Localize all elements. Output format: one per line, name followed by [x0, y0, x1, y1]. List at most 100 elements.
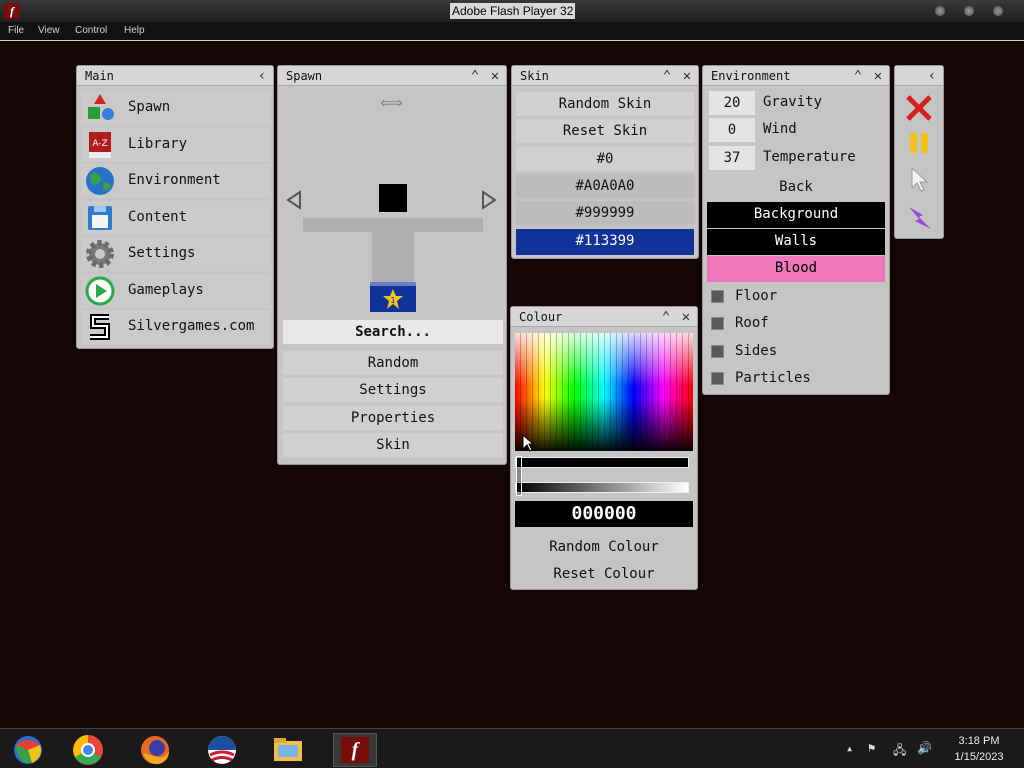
reset-colour-button[interactable]: Reset Colour — [515, 562, 693, 586]
menu-file[interactable]: File — [8, 25, 24, 36]
back-button[interactable]: Back — [707, 175, 885, 199]
spawn-panel: Spawn ⌃ ✕ ⟺ 1 Search... Random Settings … — [277, 65, 507, 465]
chrome-icon[interactable] — [66, 733, 110, 767]
sides-label: Sides — [735, 343, 778, 359]
volume-icon[interactable]: 🔊 — [917, 741, 932, 755]
chevron-up-icon[interactable]: ⌃ — [657, 308, 675, 326]
random-colour-button[interactable]: Random Colour — [515, 535, 693, 559]
show-hidden-icons-icon[interactable]: ▴ — [846, 741, 853, 755]
gear-icon — [86, 240, 114, 268]
roof-label: Roof — [735, 315, 769, 331]
close-x-icon[interactable] — [905, 94, 933, 122]
properties-button[interactable]: Properties — [283, 406, 503, 430]
colour-spectrum-picker[interactable] — [515, 333, 693, 451]
gravity-input[interactable]: 20 — [709, 91, 755, 115]
roof-checkbox[interactable] — [711, 317, 724, 330]
environment-panel-title: Environment — [711, 69, 791, 83]
minimize-button[interactable] — [935, 6, 945, 16]
search-button[interactable]: Search... — [283, 320, 503, 344]
floppy-disk-icon — [88, 206, 112, 230]
globe-icon — [86, 167, 114, 195]
chevron-up-icon[interactable]: ⌃ — [658, 67, 676, 85]
sides-checkbox[interactable] — [711, 345, 724, 358]
slider-handle[interactable] — [516, 456, 522, 496]
reset-skin-button[interactable]: Reset Skin — [516, 119, 694, 143]
blood-layer-button[interactable]: Blood — [707, 256, 885, 282]
skin-panel: Skin ⌃ ✕ Random Skin Reset Skin #0 #A0A0… — [511, 65, 699, 259]
skin-color-a0a0a0[interactable]: #A0A0A0 — [516, 174, 694, 198]
menu-view[interactable]: View — [38, 25, 60, 36]
close-icon[interactable]: ✕ — [869, 67, 887, 85]
menu-help[interactable]: Help — [124, 25, 145, 36]
background-layer-button[interactable]: Background — [707, 202, 885, 228]
arrow-right-icon[interactable] — [481, 190, 497, 210]
walls-layer-button[interactable]: Walls — [707, 229, 885, 255]
cursor-icon[interactable] — [909, 166, 931, 192]
flash-icon: f — [4, 3, 20, 19]
menu-control[interactable]: Control — [75, 25, 107, 36]
arrow-left-icon[interactable] — [286, 190, 302, 210]
windows-explorer-icon[interactable] — [6, 733, 50, 767]
collapse-chevron-icon[interactable]: ‹ — [923, 67, 941, 85]
main-item-silvergames[interactable]: Silvergames.com — [81, 310, 271, 344]
skin-color-999999[interactable]: #999999 — [516, 201, 694, 225]
menu-bar: File View Control Help — [0, 22, 1024, 41]
lightning-icon[interactable] — [905, 203, 935, 233]
hex-value-field[interactable]: 000000 — [515, 501, 693, 527]
obama-logo-icon[interactable] — [200, 733, 244, 767]
random-button[interactable]: Random — [283, 351, 503, 375]
brightness-slider[interactable] — [515, 482, 689, 493]
tools-panel: ‹ — [894, 65, 944, 239]
ragdoll-shorts: 1 — [370, 282, 416, 312]
clock-time: 3:18 PM — [958, 735, 1000, 747]
flip-arrow-icon[interactable]: ⟺ — [380, 93, 403, 112]
close-icon[interactable]: ✕ — [486, 67, 504, 85]
floor-checkbox[interactable] — [711, 290, 724, 303]
flash-player-icon: f — [341, 737, 369, 763]
close-icon[interactable]: ✕ — [677, 308, 695, 326]
mouse-cursor-icon — [522, 434, 534, 452]
maximize-button[interactable] — [964, 6, 974, 16]
pause-icon[interactable] — [907, 131, 931, 155]
ragdoll-torso — [372, 218, 414, 282]
close-icon[interactable]: ✕ — [678, 67, 696, 85]
settings-button[interactable]: Settings — [283, 378, 503, 402]
skin-button[interactable]: Skin — [283, 433, 503, 457]
flash-player-taskbar-button[interactable]: f — [333, 733, 377, 767]
file-explorer-icon[interactable] — [266, 733, 310, 767]
hue-slider[interactable] — [515, 457, 689, 468]
wind-label: Wind — [763, 121, 797, 137]
play-icon — [85, 276, 115, 306]
action-center-flag-icon[interactable]: ⚑ — [868, 741, 875, 755]
wind-input[interactable]: 0 — [709, 118, 755, 142]
main-item-spawn[interactable]: Spawn — [81, 91, 271, 125]
skin-panel-title: Skin — [520, 69, 549, 83]
temperature-input[interactable]: 37 — [709, 146, 755, 170]
colour-panel-title: Colour — [519, 310, 563, 324]
main-panel-title: Main — [85, 69, 114, 83]
colour-panel: Colour ⌃ ✕ 000000 Random Colour Reset Co… — [510, 306, 698, 590]
random-skin-button[interactable]: Random Skin — [516, 92, 694, 116]
main-item-settings[interactable]: Settings — [81, 237, 271, 271]
main-item-library[interactable]: A-Z Library — [81, 128, 271, 162]
main-item-environment[interactable]: Environment — [81, 164, 271, 198]
collapse-chevron-icon[interactable]: ‹ — [253, 67, 271, 85]
chevron-up-icon[interactable]: ⌃ — [466, 67, 484, 85]
main-item-gameplays[interactable]: Gameplays — [81, 274, 271, 308]
skin-color-113399-selected[interactable]: #113399 — [516, 229, 694, 255]
chevron-up-icon[interactable]: ⌃ — [849, 67, 867, 85]
system-clock[interactable]: 3:18 PM 1/15/2023 — [948, 733, 1010, 765]
network-icon[interactable]: 🖧 — [893, 741, 906, 762]
particles-checkbox[interactable] — [711, 372, 724, 385]
main-item-content[interactable]: Content — [81, 201, 271, 235]
main-item-label: Environment — [128, 172, 221, 188]
main-item-label: Settings — [128, 245, 196, 261]
svg-text:A-Z: A-Z — [92, 139, 107, 149]
ragdoll-head — [379, 184, 407, 212]
close-window-button[interactable] — [993, 6, 1003, 16]
window-title: Adobe Flash Player 32 — [450, 3, 576, 19]
firefox-icon[interactable] — [133, 733, 177, 767]
main-item-label: Library — [128, 136, 188, 152]
skin-color-0[interactable]: #0 — [516, 147, 694, 171]
badge-number: 1 — [390, 296, 395, 305]
